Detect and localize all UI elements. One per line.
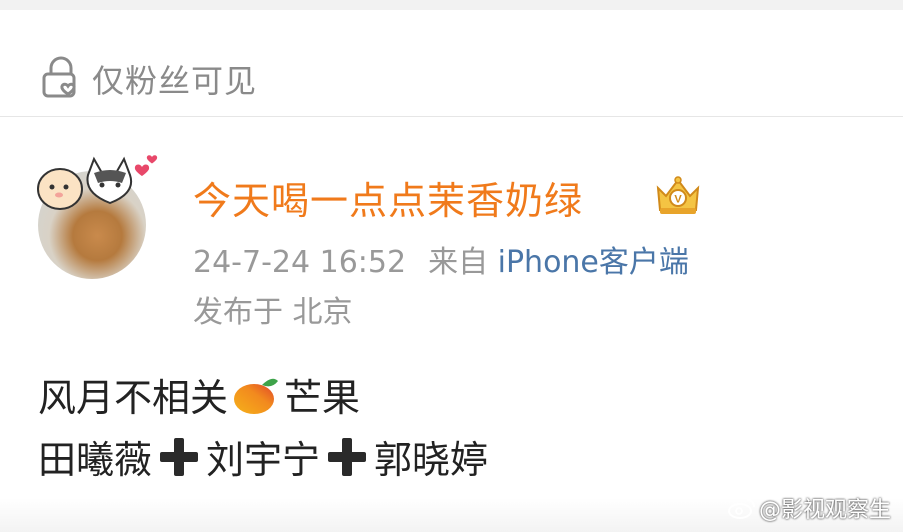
weibo-logo-icon bbox=[727, 499, 755, 519]
watermark: @影视观察生 bbox=[727, 492, 891, 524]
name-3: 郭晓婷 bbox=[374, 438, 489, 482]
mango-icon bbox=[234, 378, 279, 414]
name-1: 田曦薇 bbox=[38, 438, 153, 482]
body-text: 风月不相关 bbox=[38, 376, 229, 420]
post-card: 今天喝一点点茉香奶绿 V 24-7-24 16:52 来自 iPhone客户端 发… bbox=[0, 117, 903, 532]
lock-heart-icon bbox=[42, 56, 76, 98]
username-link[interactable]: 今天喝一点点茉香奶绿 bbox=[193, 170, 583, 225]
post-body-line-2: 田曦薇 刘宇宁 郭晓婷 bbox=[38, 429, 488, 484]
avatar-sticker-icon bbox=[37, 155, 158, 210]
watermark-text: @影视观察生 bbox=[758, 498, 891, 523]
svg-text:V: V bbox=[674, 194, 682, 206]
vip-crown-icon: V bbox=[656, 176, 700, 214]
post-time: 24-7-24 16:52 bbox=[193, 245, 407, 280]
visibility-bar: 仅粉丝可见 bbox=[0, 10, 903, 116]
body-text-suffix: 芒果 bbox=[284, 376, 361, 420]
name-2: 刘宇宁 bbox=[206, 438, 321, 482]
post-meta: 24-7-24 16:52 来自 iPhone客户端 bbox=[193, 237, 689, 281]
heavy-plus-icon bbox=[160, 437, 199, 476]
from-label: 来自 bbox=[428, 245, 489, 280]
visibility-label: 仅粉丝可见 bbox=[92, 62, 258, 100]
post-location: 发布于 北京 bbox=[193, 295, 353, 330]
avatar[interactable] bbox=[30, 149, 160, 279]
post-body-line-1: 风月不相关 芒果 bbox=[38, 367, 360, 422]
top-strip bbox=[0, 0, 903, 10]
heavy-plus-icon bbox=[328, 437, 367, 476]
client-link[interactable]: iPhone客户端 bbox=[498, 245, 689, 280]
